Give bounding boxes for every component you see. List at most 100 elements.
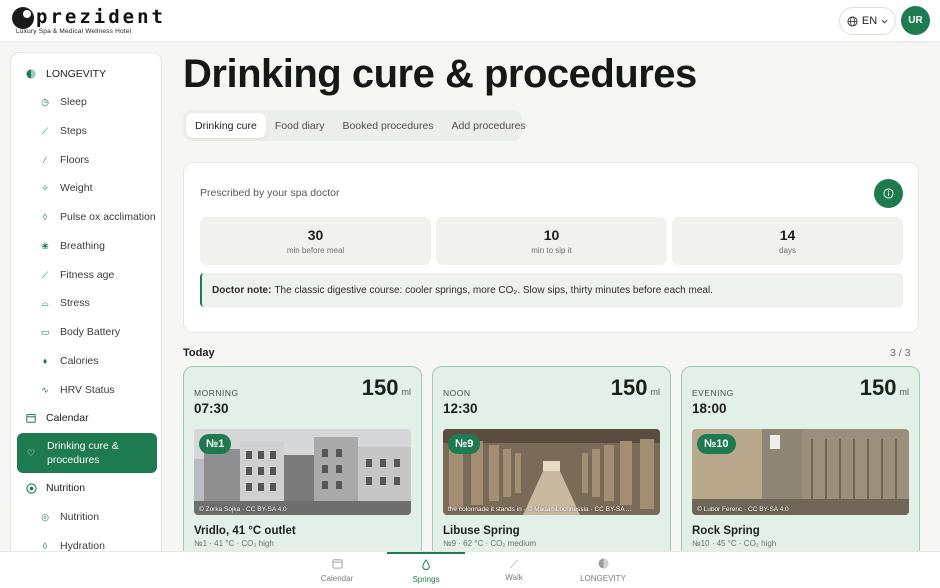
tab-booked-procedures[interactable]: Booked procedures	[333, 113, 442, 138]
sidebar-item-label: Calories	[60, 355, 99, 367]
sidebar-item-label: Calendar	[46, 412, 89, 424]
sidebar-item-steps[interactable]: ⟋ Steps	[11, 117, 161, 145]
dose-card-noon[interactable]: NOON 12:30 150 ml №9 the colonnade it sta…	[432, 366, 671, 566]
photo-credit: the colonnade it stands in · © MadamLoch…	[448, 506, 632, 513]
nav-label: LONGEVITY	[580, 574, 626, 583]
sidebar-item-weight[interactable]: ✧ Weight	[11, 174, 161, 202]
nav-walk[interactable]: ⟋ Walk	[475, 552, 553, 588]
nav-longevity[interactable]: LONGEVITY	[564, 552, 642, 588]
dose-time: 07:30	[194, 401, 229, 416]
brand-logo[interactable]: prezident Luxury Spa & Medical Wellness …	[10, 6, 163, 38]
sidebar-item-floors[interactable]: ∕ Floors	[11, 146, 161, 174]
spring-name: Rock Spring	[692, 525, 760, 537]
spring-photo: №10 © Lubor Ferenc · CC BY-SA 4.0	[692, 429, 909, 515]
tab-drinking-cure[interactable]: Drinking cure	[186, 113, 266, 138]
nav-label: Springs	[412, 575, 440, 584]
language-selector[interactable]: EN	[839, 7, 896, 35]
stat-value: 30	[307, 227, 324, 243]
target-icon: ◎	[41, 511, 49, 522]
dose-period: NOON	[443, 388, 471, 398]
dose-card-morning[interactable]: MORNING 07:30 150 ml №1 © Zorka Šojka · C…	[183, 366, 422, 566]
stat-value: 10	[543, 227, 560, 243]
stat-label: min to sip it	[531, 246, 572, 255]
scale-icon: ✧	[41, 182, 49, 193]
nav-label: Walk	[505, 572, 523, 582]
calendar-icon	[25, 412, 37, 424]
nav-springs[interactable]: Springs	[387, 552, 465, 588]
walk-icon: ⟋	[510, 558, 518, 571]
sidebar-item-fitness-age[interactable]: ⟋ Fitness age	[11, 261, 161, 289]
spring-name: Libuse Spring	[443, 525, 520, 537]
sidebar-group-label: LONGEVITY	[46, 68, 107, 80]
top-header: prezident Luxury Spa & Medical Wellness …	[0, 0, 940, 42]
dose-time: 12:30	[443, 401, 478, 416]
sidebar-item-label: Weight	[60, 182, 93, 194]
chevron-down-icon	[881, 19, 888, 24]
prescription-card: Prescribed by your spa doctor 30 min bef…	[183, 162, 919, 333]
sidebar-item-label: Pulse ox acclimation	[60, 211, 156, 223]
photo-credit: © Zorka Šojka · CC BY-SA 4.0	[199, 506, 287, 513]
spring-photo: №9 the colonnade it stands in · © MadamL…	[443, 429, 660, 515]
page-title: Drinking cure & procedures	[183, 52, 697, 96]
sidebar-item-label: Fitness age	[60, 269, 115, 281]
sidebar-item-label: Drinking cure & procedures	[47, 440, 119, 466]
nav-calendar[interactable]: Calendar	[298, 552, 376, 588]
drop-icon	[421, 559, 431, 573]
longevity-icon	[25, 68, 37, 80]
bottom-nav: Calendar Springs ⟋ Walk LONGEVITY	[0, 551, 940, 588]
calendar-icon	[331, 558, 343, 572]
dose-time: 18:00	[692, 401, 727, 416]
spring-number-badge: №1	[199, 434, 232, 454]
dose-period: MORNING	[194, 388, 239, 398]
today-title: Today	[183, 347, 215, 359]
sidebar-item-hrv-status[interactable]: ∿ HRV Status	[11, 376, 161, 404]
dose-amount: 150 ml	[859, 375, 910, 400]
tab-food-diary[interactable]: Food diary	[266, 113, 334, 138]
walk-icon: ⟋	[41, 125, 49, 136]
today-counter: 3 / 3	[890, 347, 911, 359]
spring-meta: №10 · 45 °C · CO₂ high	[692, 539, 777, 548]
sidebar-item-drinking-cure[interactable]: ♡ Drinking cure & procedures	[17, 433, 157, 473]
sidebar-item-label: Floors	[60, 154, 90, 166]
prescription-title: Prescribed by your spa doctor	[200, 187, 340, 199]
battery-icon: ▭	[40, 326, 50, 337]
dose-amount: 150 ml	[361, 375, 412, 400]
dose-unit: ml	[650, 387, 661, 397]
sidebar-group-longevity[interactable]: LONGEVITY	[11, 60, 161, 88]
sidebar-item-nutrition[interactable]: ◎ Nutrition	[11, 503, 161, 531]
spring-name: Vridlo, 41 °C outlet	[194, 525, 296, 537]
sidebar-item-label: Body Battery	[60, 326, 121, 338]
doctor-note: Doctor note: The classic digestive cours…	[200, 273, 903, 307]
gauge-icon: ⌓	[41, 297, 49, 308]
target-icon	[25, 482, 37, 494]
sidebar-item-sleep[interactable]: ◷ Sleep	[11, 88, 161, 116]
stat-value: 14	[779, 227, 796, 243]
info-icon	[883, 188, 894, 199]
lungs-icon: ❀	[41, 240, 49, 251]
sidebar-item-stress[interactable]: ⌓ Stress	[11, 289, 161, 317]
language-label: EN	[861, 15, 878, 27]
dose-period: EVENING	[692, 388, 734, 398]
spring-meta: №1 · 41 °C · CO₂ high	[194, 539, 274, 548]
sidebar-item-calories[interactable]: ♦ Calories	[11, 347, 161, 375]
info-button[interactable]	[874, 179, 903, 208]
tab-add-procedures[interactable]: Add procedures	[443, 113, 535, 138]
sidebar-item-pulse-ox[interactable]: ◊ Pulse ox acclimation	[11, 203, 161, 231]
stairs-icon: ∕	[44, 155, 46, 165]
sidebar-group-nutrition[interactable]: Nutrition	[11, 474, 161, 502]
stat-sip-time: 10 min to sip it	[436, 217, 667, 265]
user-avatar[interactable]: UR	[901, 6, 930, 35]
stat-label: days	[779, 246, 796, 255]
clock-icon: ◷	[41, 96, 49, 107]
sidebar-item-label: Steps	[60, 125, 87, 137]
sidebar-item-body-battery[interactable]: ▭ Body Battery	[11, 318, 161, 346]
sidebar-item-calendar[interactable]: Calendar	[11, 404, 161, 432]
doctor-note-label: Doctor note:	[212, 284, 272, 296]
dose-unit: ml	[899, 387, 910, 397]
sidebar-item-label: Nutrition	[46, 482, 86, 494]
dose-unit: ml	[401, 387, 412, 397]
drop-icon: ◊	[42, 212, 48, 222]
sidebar-item-breathing[interactable]: ❀ Breathing	[11, 232, 161, 260]
dose-card-evening[interactable]: EVENING 18:00 150 ml №10 © Lubor Ferenc ·…	[681, 366, 920, 566]
spring-photo: №1 © Zorka Šojka · CC BY-SA 4.0	[194, 429, 411, 515]
